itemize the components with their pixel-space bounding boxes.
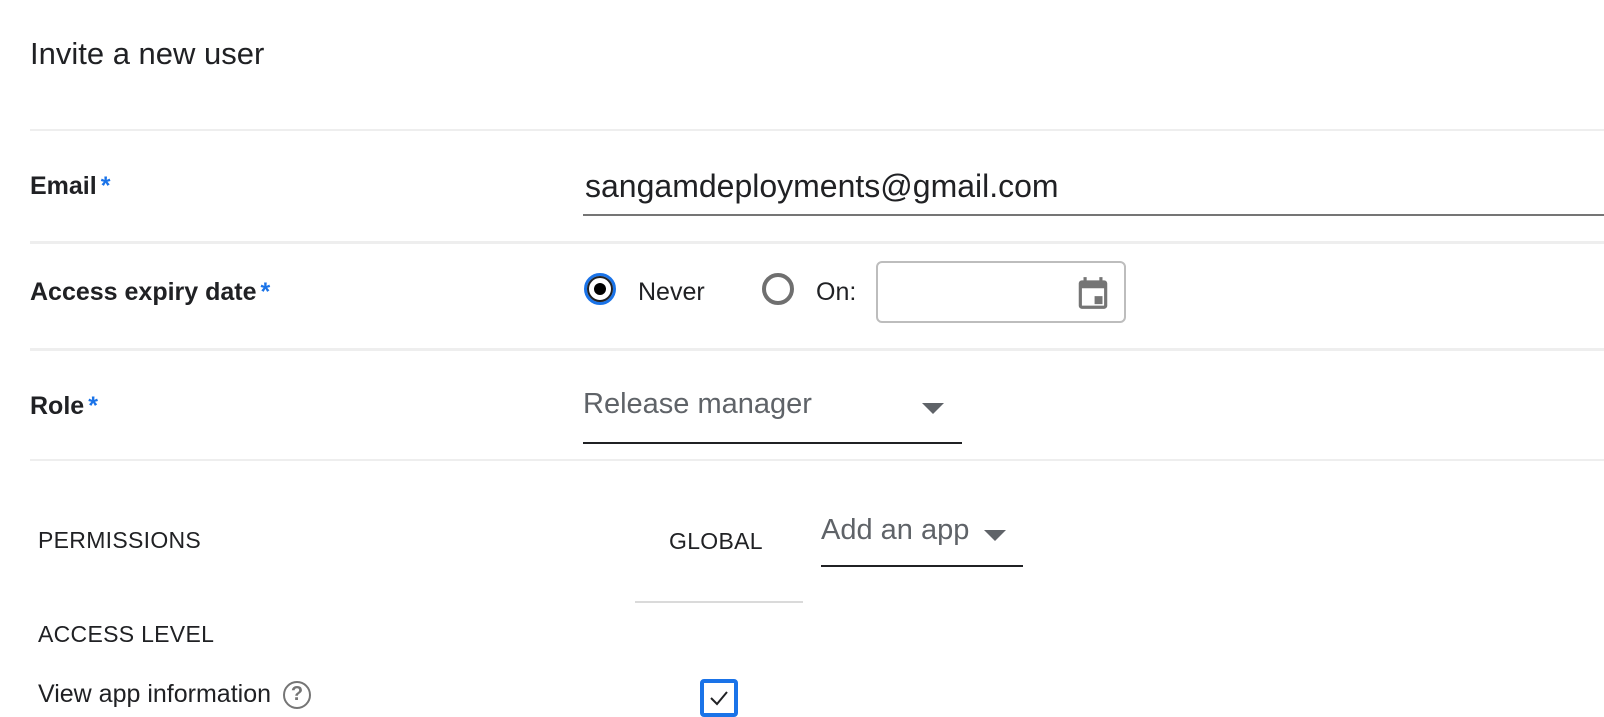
access-expiry-label: Access expiry date * [30,278,270,307]
role-selected-value: Release manager [583,388,812,420]
required-mark: * [88,392,98,420]
email-label: Email * [30,172,110,201]
caret-down-icon [984,530,1006,541]
help-icon[interactable]: ? [283,680,312,709]
calendar-icon[interactable] [1074,273,1112,313]
radio-dot [594,283,606,295]
permissions-heading: PERMISSIONS [38,527,202,553]
email-field[interactable] [583,158,1604,216]
radio-never-label[interactable]: Never [638,278,705,307]
required-mark: * [100,172,111,200]
divider [30,348,1604,351]
checkmark-icon [710,691,728,706]
tab-global[interactable]: GLOBAL [669,528,763,555]
access-level-heading: ACCESS LEVEL [38,621,215,647]
add-app-placeholder: Add an app [821,514,970,546]
date-picker-field[interactable] [876,261,1126,323]
divider [30,459,1604,461]
permission-label: View app information [38,680,272,708]
role-label-text: Role [30,392,85,420]
role-select[interactable]: Release manager [583,382,962,444]
access-expiry-label-text: Access expiry date [30,278,257,306]
view-app-info-global-checkbox[interactable] [700,679,738,717]
radio-on-label[interactable]: On: [816,278,856,307]
radio-never[interactable] [584,273,616,305]
radio-on[interactable] [762,273,794,305]
add-app-select[interactable]: Add an app [821,504,1023,567]
divider [30,241,1604,244]
required-mark: * [260,278,271,306]
radio-ring [587,276,613,302]
divider [30,129,1604,131]
permission-row: View app information ? [38,680,312,709]
caret-down-icon [922,403,944,414]
global-column-underline [635,601,803,603]
email-label-text: Email [30,172,97,200]
role-label: Role * [30,392,98,421]
dialog-title: Invite a new user [30,36,265,71]
